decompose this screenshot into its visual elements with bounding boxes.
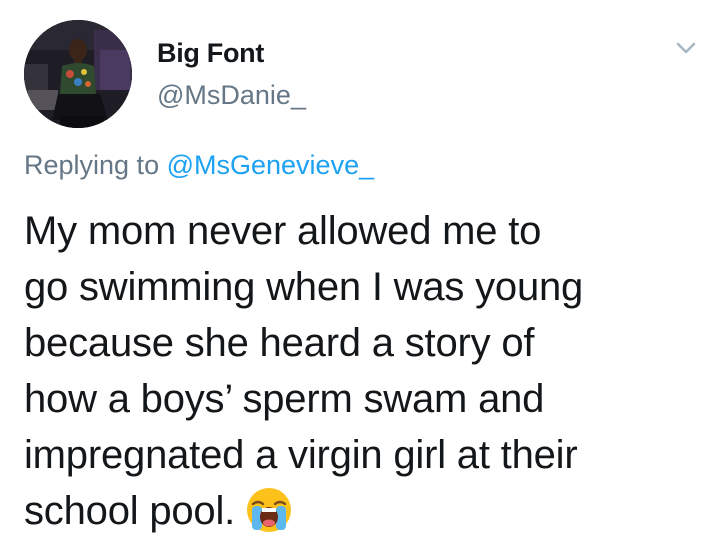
tweet-card: Big Font @MsDanie_ Replying to @MsGenevi… — [0, 0, 720, 554]
author-handle[interactable]: @MsDanie_ — [157, 80, 306, 111]
avatar[interactable] — [24, 20, 132, 128]
loudly-crying-face-emoji — [247, 488, 292, 532]
chevron-down-icon[interactable] — [672, 36, 700, 60]
replying-to: Replying to @MsGenevieve_ — [24, 150, 374, 181]
tweet-text-last-line: school pool. — [24, 483, 704, 539]
tweet-text: My mom never allowed me to go swimming w… — [24, 203, 704, 539]
tweet-text-line: impregnated a virgin girl at their — [24, 433, 578, 477]
tweet-text-line: school pool. — [24, 489, 236, 533]
author-display-name[interactable]: Big Font — [157, 38, 264, 69]
tweet-text-line: My mom never allowed me to — [24, 209, 542, 253]
tweet-text-line: how a boys’ sperm swam and — [24, 377, 545, 421]
tweet-text-line: because she heard a story of — [24, 321, 535, 365]
replying-to-label: Replying to — [24, 150, 160, 180]
reply-mention-link[interactable]: @MsGenevieve_ — [167, 150, 375, 180]
avatar-image — [24, 20, 132, 128]
tweet-text-line: go swimming when I was young — [24, 265, 584, 309]
